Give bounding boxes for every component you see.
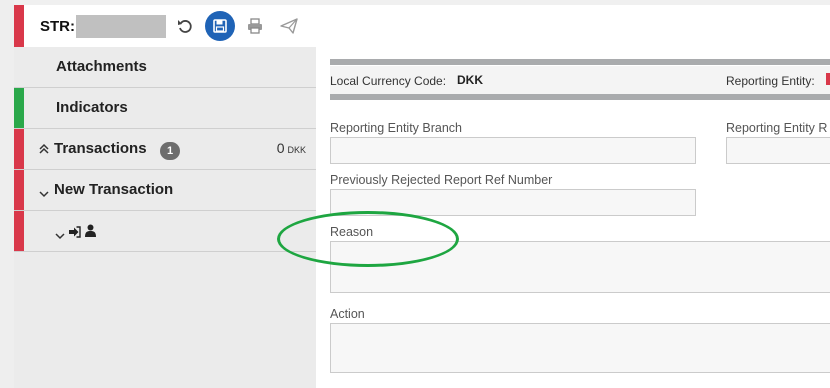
header-status-marker [14,5,24,47]
indicators-status-marker [14,88,24,128]
main-panel: Local Currency Code: DKK Reporting Entit… [316,5,830,388]
action-label: Action [330,307,365,321]
action-textarea[interactable] [330,323,830,373]
reporting-entity-right-input[interactable] [726,137,830,164]
party-status-marker [14,211,24,251]
reporting-entity-right-label: Reporting Entity R [726,121,828,135]
transactions-amount: 0 DKK [276,140,306,156]
sign-in-icon [68,225,81,243]
branch-input[interactable] [330,137,696,164]
section-divider-top [330,59,830,65]
transactions-status-marker [14,129,24,169]
chevron-down-icon[interactable] [55,227,65,245]
section-divider-bottom [330,94,830,100]
sidebar-item-new-transaction[interactable]: New Transaction [14,170,316,211]
report-type-label: STR: [40,18,75,35]
sidebar-item-label: Attachments [56,58,147,75]
sidebar-item-label: Transactions [54,140,147,157]
chevron-down-icon[interactable] [39,185,49,203]
chevron-double-up-icon[interactable] [39,142,49,160]
local-currency-label: Local Currency Code: [330,74,447,88]
print-icon[interactable] [240,11,270,41]
rejected-ref-label: Previously Rejected Report Ref Number [330,173,553,187]
undo-icon[interactable] [170,11,200,41]
sidebar-item-label: New Transaction [54,181,174,198]
left-strip [0,0,14,388]
sidebar: Attachments Indicators Transactions 1 0D… [14,47,316,388]
reporting-entity-label: Reporting Entity: [726,74,815,88]
user-icon [85,224,96,242]
sidebar-item-label: Indicators [56,99,128,116]
sidebar-item-transactions[interactable]: Transactions 1 0 DKK [14,129,316,170]
reporting-entity-marker [826,73,830,85]
report-header: STR: [14,5,316,48]
save-icon[interactable] [205,11,235,41]
report-id-redacted [76,15,166,38]
sidebar-item-indicators[interactable]: Indicators [14,88,316,129]
annotation-ellipse [277,211,459,267]
sidebar-item-transaction-party[interactable] [14,211,316,252]
info-bar: Local Currency Code: DKK Reporting Entit… [330,66,830,94]
branch-label: Reporting Entity Branch [330,121,463,135]
new-transaction-status-marker [14,170,24,210]
transactions-count-badge: 1 [160,142,180,160]
sidebar-item-attachments[interactable]: Attachments [14,47,316,88]
send-icon[interactable] [274,11,304,41]
local-currency-value: DKK [457,73,483,87]
